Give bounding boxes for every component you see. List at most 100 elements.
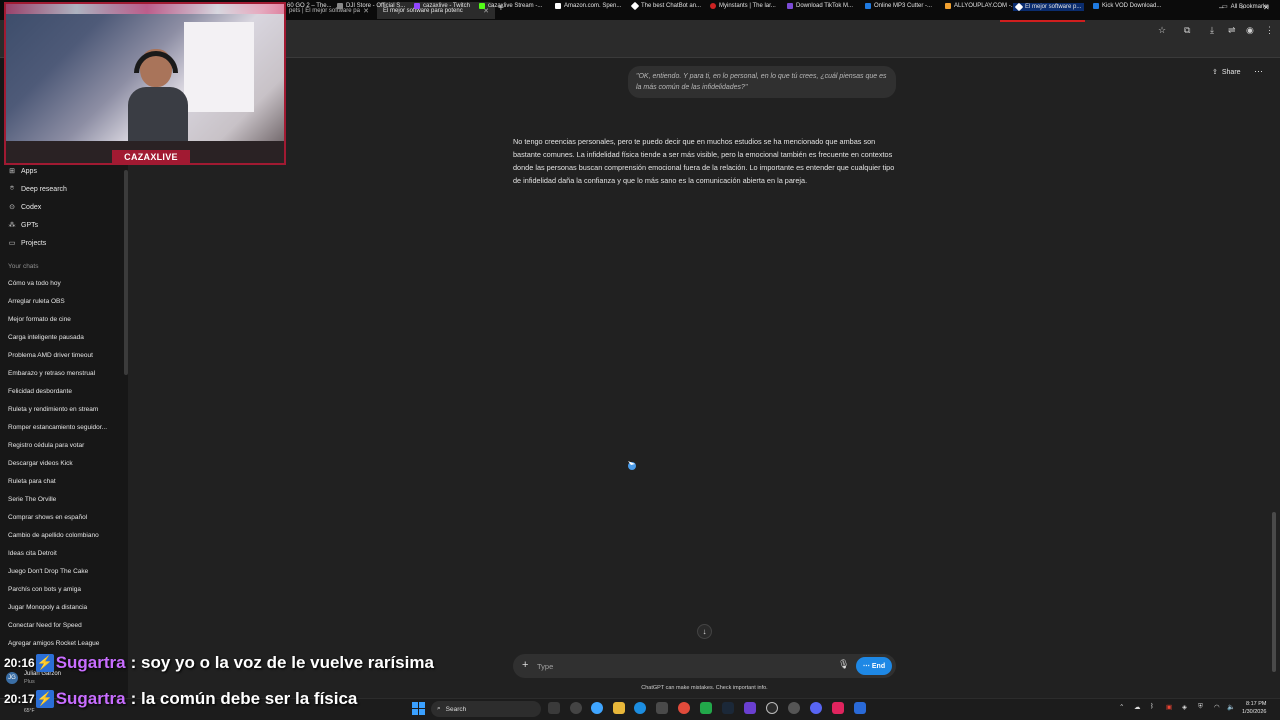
- security-icon[interactable]: ⛨: [1198, 703, 1203, 711]
- tiktok-app-icon[interactable]: [832, 702, 844, 714]
- grid-app-icon[interactable]: [744, 702, 756, 714]
- bookmark-item[interactable]: Amazon.com. Spen...: [555, 3, 621, 9]
- chat-item[interactable]: Mejor formato de cine: [8, 316, 71, 323]
- search-label: Search: [445, 705, 467, 713]
- steam-icon[interactable]: [722, 702, 734, 714]
- volume-icon[interactable]: 🔈: [1227, 703, 1235, 711]
- chat-item[interactable]: Serie The Orville: [8, 496, 56, 503]
- app-icon[interactable]: [788, 702, 800, 714]
- chat-timestamp: 20:17: [4, 692, 35, 706]
- string-lights: [6, 4, 284, 14]
- chat-item[interactable]: Descargar videos Kick: [8, 460, 73, 467]
- chat-item[interactable]: Juego Don't Drop The Cake: [8, 568, 88, 575]
- store-icon[interactable]: [656, 702, 668, 714]
- share-button[interactable]: ⇪ Share: [1212, 68, 1241, 77]
- cloud-icon[interactable]: ☁: [1134, 703, 1141, 711]
- bookmark-item[interactable]: ALLYOUPLAY.COM -...: [945, 3, 1016, 9]
- cast-icon[interactable]: ⇌: [1228, 25, 1236, 36]
- sidebar-item-apps[interactable]: ⊞ Apps: [8, 167, 37, 176]
- clock-time: 8:17 PM: [1245, 701, 1267, 707]
- sidebar-item-label: Projects: [21, 239, 47, 247]
- tray-overflow-icon[interactable]: ⌃: [1119, 703, 1124, 711]
- sidebar-item-codex[interactable]: ⊙ Codex: [8, 203, 41, 212]
- chat-item[interactable]: Comprar shows en español: [8, 514, 87, 521]
- start-menu-icon[interactable]: [412, 702, 425, 715]
- stream-chat-message: 20:16 ⚡ Sugartra : soy yo o la voz de le…: [4, 653, 434, 673]
- bookmark-item[interactable]: 60 GO 2 – The...: [287, 3, 332, 9]
- obs-icon[interactable]: [766, 702, 778, 714]
- sidebar-scrollbar[interactable]: [124, 170, 128, 375]
- edge-icon[interactable]: [634, 702, 646, 714]
- chat-item[interactable]: Cambio de apellido colombiano: [8, 532, 99, 539]
- bookmark-item[interactable]: DJI Store - Official S...: [337, 3, 405, 9]
- discord-icon[interactable]: [810, 702, 822, 714]
- chat-item[interactable]: Embarazo y retraso menstrual: [8, 370, 95, 377]
- wifi-icon[interactable]: ◠: [1214, 703, 1220, 711]
- bookmark-item[interactable]: cazaxlive Stream -...: [479, 3, 542, 9]
- composer: + 🎙 ⋯End: [513, 654, 896, 678]
- chat-item[interactable]: Registro cédula para votar: [8, 442, 84, 449]
- taskbar-search[interactable]: ⌕ Search: [431, 701, 541, 717]
- bookmark-item[interactable]: Kick VOD Download...: [1093, 3, 1161, 9]
- chat-item[interactable]: Conectar Need for Speed: [8, 622, 82, 629]
- chat-item[interactable]: Felicidad desbordante: [8, 388, 72, 395]
- chat-item[interactable]: Ruleta para chat: [8, 478, 56, 485]
- chat-item[interactable]: Ideas cita Detroit: [8, 550, 57, 557]
- task-view-icon[interactable]: [548, 702, 560, 714]
- bookmark-item[interactable]: The best ChatBot an...: [630, 1, 701, 11]
- clock[interactable]: 8:17 PM 1/30/2026: [1242, 700, 1266, 716]
- bookmark-item[interactable]: Download TikTok M...: [787, 3, 853, 9]
- bookmark-item[interactable]: cazaxlive - Twitch: [414, 3, 470, 9]
- chat-item[interactable]: Arreglar ruleta OBS: [8, 298, 65, 305]
- bookmark-label: Amazon.com. Spen...: [564, 3, 622, 9]
- xbox-icon[interactable]: [700, 702, 712, 714]
- bookmark-label: Online MP3 Cutter -...: [874, 3, 933, 9]
- chat-text: : soy yo o la voz de le vuelve rarísima: [130, 653, 434, 672]
- tray-app-icon[interactable]: ◈: [1182, 703, 1187, 711]
- chat-item[interactable]: Romper estancamiento seguidor...: [8, 424, 107, 431]
- sidebar-item-projects[interactable]: ▭ Projects: [8, 239, 47, 248]
- chat-item[interactable]: Ruleta y rendimiento en stream: [8, 406, 98, 413]
- chat-item[interactable]: Jugar Monopoly a distancia: [8, 604, 87, 611]
- software-icon: [1014, 2, 1024, 12]
- bookmark-item[interactable]: El mejor software p...: [1013, 2, 1085, 12]
- scroll-down-button[interactable]: ↓: [697, 624, 712, 639]
- sidebar-item-deep-research[interactable]: ⌾ Deep research: [8, 185, 67, 193]
- sidebar-item-label: GPTs: [21, 221, 39, 229]
- microphone-icon[interactable]: 🎙: [838, 659, 849, 670]
- user-message: "OK, entiendo. Y para ti, en lo personal…: [628, 66, 896, 98]
- voice-bars-icon: ⋯: [862, 663, 870, 670]
- file-explorer-icon[interactable]: [613, 702, 625, 714]
- prompt-input[interactable]: [537, 658, 827, 674]
- chat-item[interactable]: Parchís con bots y amiga: [8, 586, 81, 593]
- chat-item[interactable]: Carga inteligente pausada: [8, 334, 84, 341]
- bookmark-item[interactable]: Myinstants | The lar...: [710, 3, 776, 9]
- avatar: JG: [6, 672, 18, 684]
- chat-item[interactable]: Problema AMD driver timeout: [8, 352, 93, 359]
- streaming-app-icon[interactable]: [854, 702, 866, 714]
- star-icon[interactable]: ☆: [1158, 25, 1166, 36]
- main-scrollbar[interactable]: [1272, 512, 1276, 672]
- end-voice-button[interactable]: ⋯ End: [856, 657, 892, 675]
- chatbot-icon: [630, 1, 640, 11]
- apps-icon: ⊞: [9, 168, 15, 175]
- chrome-icon[interactable]: [678, 702, 690, 714]
- more-options-icon[interactable]: ⋯: [1254, 66, 1263, 77]
- chat-text: : la común debe ser la física: [130, 689, 358, 708]
- download-icon[interactable]: ⤓: [1210, 25, 1214, 36]
- all-bookmarks[interactable]: ▭ All Bookmarks: [1222, 3, 1269, 11]
- extensions-icon[interactable]: ⧉: [1184, 25, 1190, 36]
- record-icon[interactable]: ▣: [1166, 703, 1172, 711]
- twitch-icon: [414, 3, 420, 9]
- bluetooth-icon[interactable]: ᛒ: [1150, 703, 1154, 710]
- chat-item[interactable]: Cómo va todo hoy: [8, 280, 61, 287]
- add-attachment-icon[interactable]: +: [522, 659, 528, 671]
- bookmark-item[interactable]: Online MP3 Cutter -...: [865, 3, 932, 9]
- menu-icon[interactable]: ⋮: [1265, 25, 1274, 36]
- profile-icon[interactable]: ◉: [1246, 25, 1254, 36]
- copilot-icon[interactable]: [591, 702, 603, 714]
- chat-item[interactable]: Agregar amigos Rocket League: [8, 640, 99, 647]
- settings-icon[interactable]: [570, 702, 582, 714]
- bookmark-icon: [337, 3, 343, 9]
- sidebar-item-gpts[interactable]: ⁂ GPTs: [8, 221, 39, 230]
